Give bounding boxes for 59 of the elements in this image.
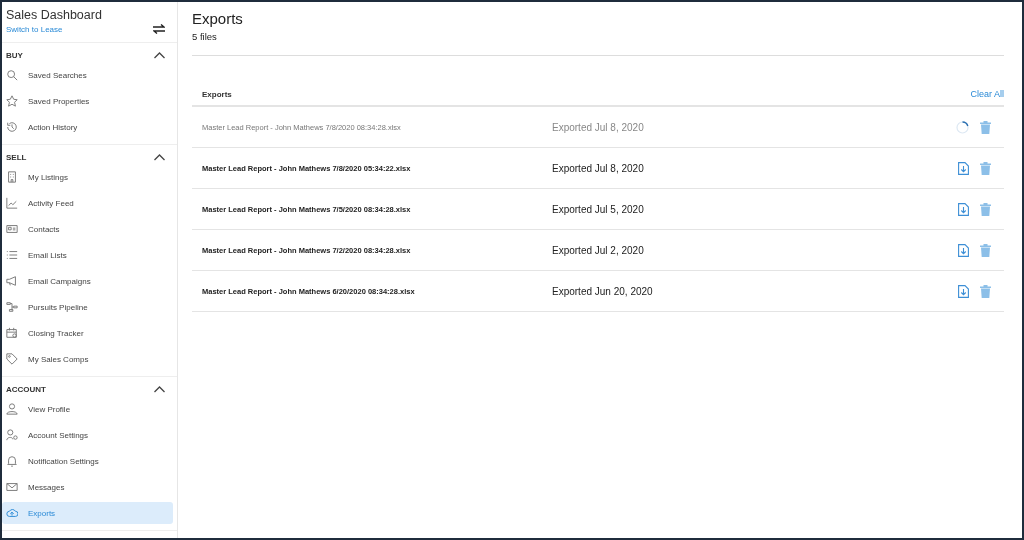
export-date: Exported Jul 8, 2020	[552, 121, 645, 133]
export-date: Exported Jul 8, 2020	[552, 162, 645, 174]
download-file-icon[interactable]	[958, 284, 969, 298]
history-icon	[6, 121, 18, 133]
file-count: 5 files	[192, 31, 218, 42]
section-label: BUY	[6, 51, 23, 60]
trash-icon[interactable]	[980, 161, 991, 175]
export-date: Exported Jul 2, 2020	[552, 244, 645, 256]
swap-icon[interactable]	[153, 24, 165, 34]
star-icon	[6, 95, 18, 107]
sidebar-item[interactable]: Email Campaigns	[2, 270, 173, 292]
sidebar-item[interactable]: Account Settings	[2, 424, 173, 446]
section-label: ACCOUNT	[6, 385, 46, 394]
chevron-icon[interactable]	[154, 52, 165, 59]
chevron-icon[interactable]	[154, 386, 165, 393]
section-label: SELL	[6, 153, 27, 162]
sidebar-item[interactable]: Email Lists	[2, 244, 173, 266]
trash-icon[interactable]	[980, 284, 991, 298]
megaphone-icon	[6, 275, 18, 287]
trash-icon[interactable]	[980, 243, 991, 257]
envelope-icon	[6, 481, 18, 493]
cloud-upload-icon	[6, 507, 18, 519]
sidebar-item[interactable]: My Sales Comps	[2, 348, 173, 370]
pipeline-icon	[6, 301, 18, 313]
sidebar-item[interactable]: View Profile	[2, 398, 173, 420]
building-icon	[6, 171, 18, 183]
sidebar-item[interactable]: Activity Feed	[2, 192, 173, 214]
page-title: Exports	[192, 10, 244, 27]
user-icon	[6, 403, 18, 415]
sidebar-item[interactable]: Contacts	[2, 218, 173, 240]
column-heading: Exports	[202, 89, 232, 99]
download-file-icon[interactable]	[958, 243, 969, 257]
clear-all-link[interactable]: Clear All	[970, 89, 1004, 99]
search-icon	[6, 69, 18, 81]
sidebar-item[interactable]: Saved Properties	[2, 90, 173, 112]
sidebar-item[interactable]: Pursuits Pipeline	[2, 296, 173, 318]
bell-icon	[6, 455, 18, 467]
trash-icon[interactable]	[980, 202, 991, 216]
list-icon	[6, 249, 18, 261]
user-gear-icon	[6, 429, 18, 441]
sidebar-item[interactable]: My Listings	[2, 166, 173, 188]
sidebar-title: Sales Dashboard	[6, 8, 102, 22]
sidebar-item[interactable]: Messages	[2, 476, 173, 498]
export-date: Exported Jul 5, 2020	[552, 203, 645, 215]
download-file-icon[interactable]	[958, 202, 969, 216]
trash-icon[interactable]	[980, 120, 991, 134]
tag-icon	[6, 353, 18, 365]
chart-icon	[6, 197, 18, 209]
sidebar-item[interactable]: Action History	[2, 116, 173, 138]
sidebar-item[interactable]: Notification Settings	[2, 450, 173, 472]
switch-link[interactable]: Switch to Lease	[6, 25, 102, 34]
chevron-icon[interactable]	[154, 154, 165, 161]
sidebar-item[interactable]: Saved Searches	[2, 64, 173, 86]
sidebar-item[interactable]: Closing Tracker	[2, 322, 173, 344]
export-date: Exported Jun 20, 2020	[552, 285, 654, 297]
contact-card-icon	[6, 223, 18, 235]
calendar-icon	[6, 327, 18, 339]
loading-spinner-icon	[956, 120, 969, 134]
download-file-icon[interactable]	[958, 161, 969, 175]
